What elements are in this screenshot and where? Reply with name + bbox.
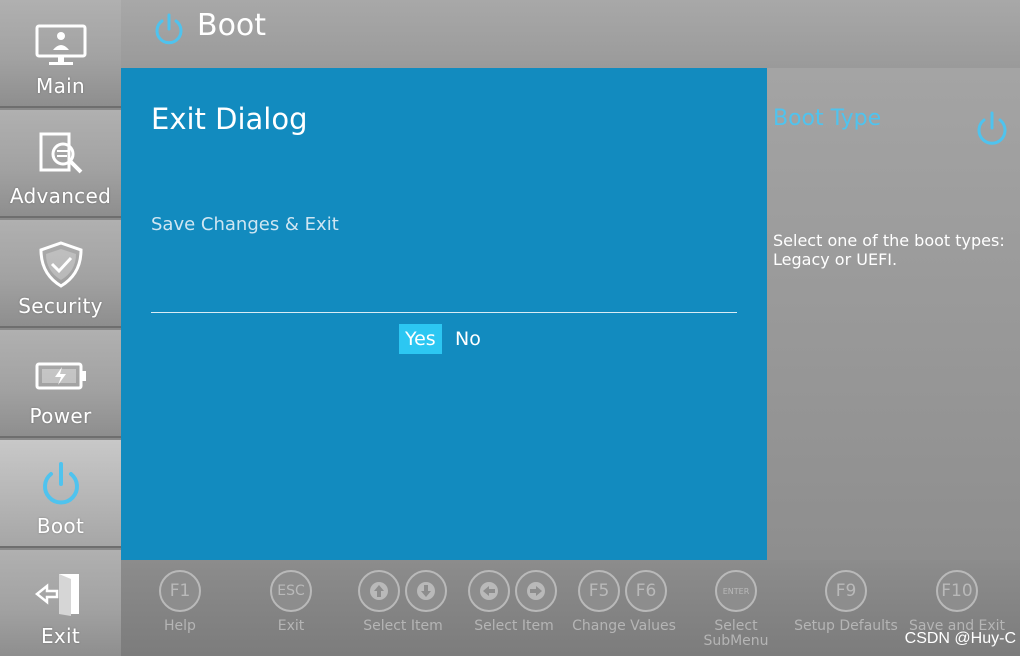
arrow-up-icon: [370, 582, 388, 600]
yes-button[interactable]: Yes: [399, 324, 442, 354]
exit-dialog: Exit Dialog Save Changes & Exit Yes No: [121, 68, 767, 560]
f9-key[interactable]: F9: [825, 570, 867, 612]
sidebar-item-label: Advanced: [9, 184, 112, 208]
document-search-icon: [39, 132, 82, 174]
exit-door-icon: [34, 574, 79, 616]
select-submenu-line2: SubMenu: [703, 633, 769, 649]
arrow-left-icon: [480, 582, 498, 600]
no-button[interactable]: No: [449, 324, 487, 354]
select-item-vertical-label: Select Item: [363, 618, 443, 634]
arrow-right-icon: [527, 582, 545, 600]
sidebar-item-label: Security: [18, 294, 103, 318]
sidebar-item-main[interactable]: Main: [0, 0, 121, 108]
help-title: Boot Type: [773, 106, 882, 131]
sidebar-item-label: Exit: [40, 624, 81, 648]
select-submenu-line1: Select: [714, 618, 758, 634]
select-item-horizontal-label: Select Item: [474, 618, 554, 634]
sidebar-item-exit[interactable]: Exit: [0, 550, 121, 656]
sidebar-item-boot[interactable]: Boot: [0, 440, 121, 548]
sidebar-item-label: Boot: [36, 514, 85, 538]
help-label: Help: [164, 618, 196, 634]
battery-icon: [35, 362, 86, 390]
page-header: Boot: [121, 0, 1020, 68]
dialog-title: Exit Dialog: [151, 102, 308, 136]
exit-label: Exit: [277, 618, 305, 634]
f5-key[interactable]: F5: [578, 570, 620, 612]
power-icon: [977, 111, 1007, 145]
monitor-icon: [35, 24, 86, 65]
arrow-down-key[interactable]: [405, 570, 447, 612]
sidebar-item-security[interactable]: Security: [0, 220, 121, 328]
key-hint-bar: F1 Help ESC Exit Select Item Select Item…: [121, 560, 1020, 656]
sidebar: Main Advanced Security Power Boot Exit: [0, 0, 121, 656]
sidebar-item-label: Power: [29, 404, 92, 428]
f10-key[interactable]: F10: [936, 570, 978, 612]
f1-key[interactable]: F1: [159, 570, 201, 612]
esc-key[interactable]: ESC: [270, 570, 312, 612]
arrow-up-key[interactable]: [358, 570, 400, 612]
help-panel: Boot Type Select one of the boot types: …: [767, 68, 1020, 560]
sidebar-item-advanced[interactable]: Advanced: [0, 110, 121, 218]
change-values-label: Change Values: [572, 618, 676, 634]
shield-check-icon: [38, 241, 83, 288]
power-icon: [42, 462, 79, 505]
arrow-left-key[interactable]: [468, 570, 510, 612]
select-submenu-label: Select SubMenu: [691, 619, 781, 649]
arrow-down-icon: [417, 582, 435, 600]
sidebar-item-power[interactable]: Power: [0, 330, 121, 438]
help-description: Select one of the boot types: Legacy or …: [773, 231, 1005, 269]
page-title: Boot: [197, 8, 267, 43]
setup-defaults-label: Setup Defaults: [794, 618, 898, 634]
enter-key[interactable]: ENTER: [715, 570, 757, 612]
f6-key[interactable]: F6: [625, 570, 667, 612]
power-icon: [155, 13, 183, 45]
dialog-divider: [151, 312, 737, 313]
watermark: CSDN @Huy-C: [904, 630, 1016, 647]
arrow-right-key[interactable]: [515, 570, 557, 612]
dialog-message: Save Changes & Exit: [151, 214, 339, 235]
sidebar-item-label: Main: [36, 74, 85, 98]
